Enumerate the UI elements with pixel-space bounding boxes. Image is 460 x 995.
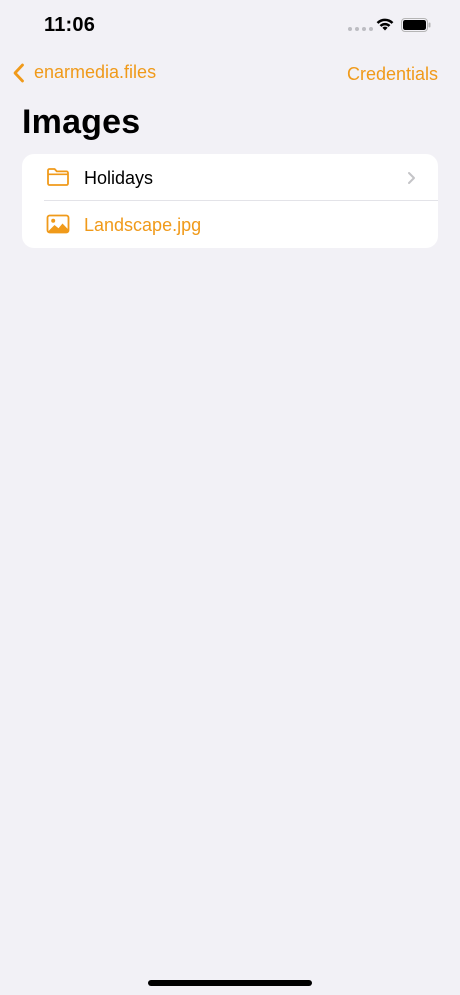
image-icon <box>46 214 70 234</box>
credentials-button[interactable]: Credentials <box>347 64 438 85</box>
back-button-label: enarmedia.files <box>34 62 157 82</box>
page-title: Images <box>22 103 141 141</box>
navigation-bar: enarmedia.files Credentials <box>0 58 460 92</box>
list-item-label: Holidays <box>84 168 154 188</box>
cellular-signal-icon <box>348 27 373 31</box>
home-indicator[interactable] <box>148 980 312 986</box>
list-item-folder[interactable]: Holidays <box>22 154 438 201</box>
file-list: Holidays Landscape.jpg <box>22 154 438 248</box>
status-time: 11:06 <box>44 14 96 36</box>
wifi-icon <box>376 18 394 31</box>
battery-icon <box>401 18 431 32</box>
list-item-label: Landscape.jpg <box>84 215 202 235</box>
folder-icon <box>47 168 69 186</box>
list-item-file[interactable]: Landscape.jpg <box>22 201 438 248</box>
status-bar: 11:06 <box>0 0 460 50</box>
chevron-right-icon <box>408 172 415 184</box>
back-button[interactable]: enarmedia.files <box>12 62 156 83</box>
chevron-left-icon <box>13 63 24 82</box>
